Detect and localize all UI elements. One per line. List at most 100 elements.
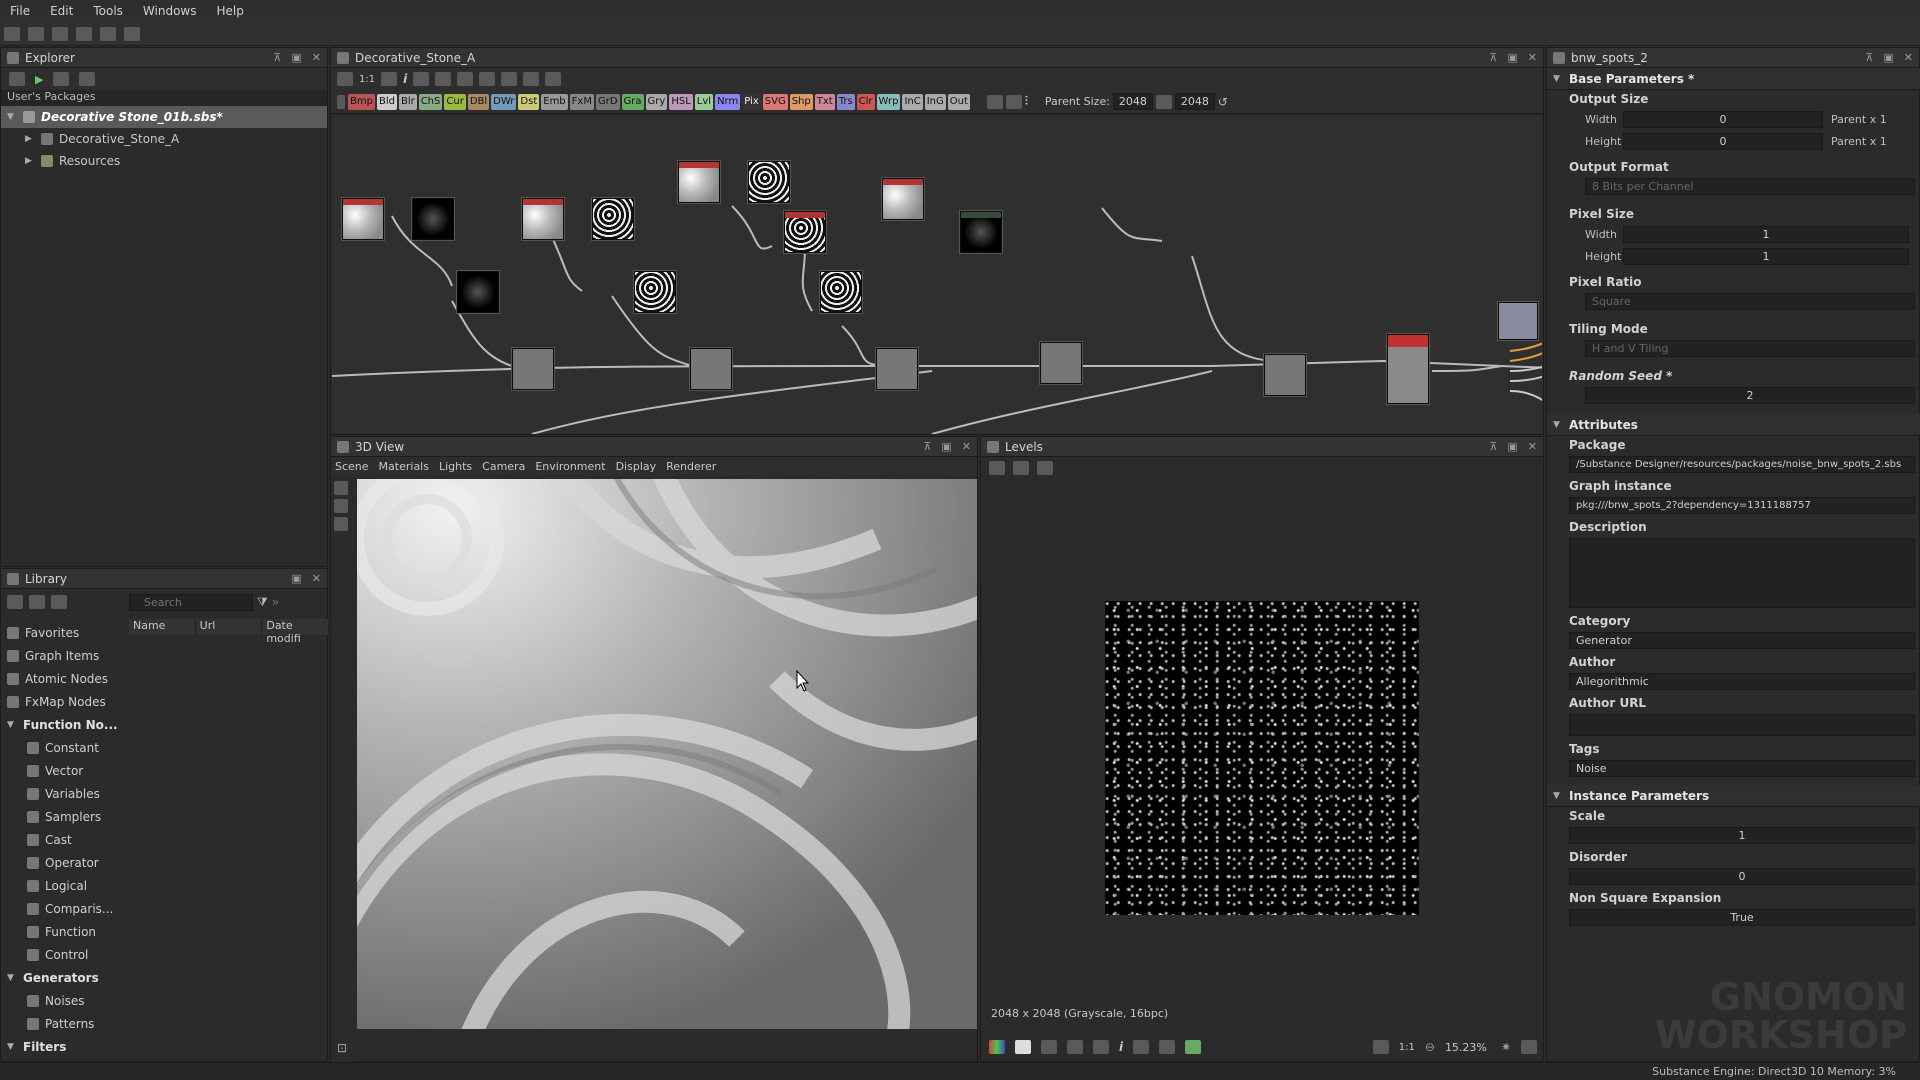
node-chip-dst[interactable]: Dst [518, 93, 540, 110]
node-chip-clr[interactable]: Clr [856, 93, 875, 110]
graph-node[interactable] [522, 198, 564, 240]
library-settings-icon[interactable] [51, 595, 67, 609]
author-url-field[interactable] [1569, 714, 1915, 736]
output-width-mode[interactable]: Parent x 1 [1831, 113, 1887, 126]
graph-node[interactable] [690, 348, 732, 390]
library-item[interactable]: Constant [1, 736, 121, 759]
menu-windows[interactable]: Windows [133, 4, 207, 18]
library-item[interactable]: ▼ Filters [1, 1035, 121, 1058]
float-icon[interactable]: ▣ [1507, 440, 1517, 453]
graph-node[interactable] [1040, 342, 1082, 384]
graph-canvas[interactable] [332, 116, 1542, 434]
library-item[interactable]: Variables [1, 782, 121, 805]
library-search-input[interactable] [129, 593, 253, 611]
pixel-width-field[interactable]: 1 [1623, 225, 1909, 243]
graph-node[interactable] [634, 271, 676, 313]
align-icon[interactable] [457, 72, 474, 86]
export-icon[interactable] [545, 72, 562, 86]
node-chip-pix[interactable]: Pix [742, 93, 761, 110]
texture-preview[interactable] [1105, 601, 1419, 915]
library-item[interactable]: Samplers [1, 805, 121, 828]
node-chip-wrp[interactable]: Wrp [876, 93, 901, 110]
float-icon[interactable]: ▣ [291, 572, 301, 585]
float-icon[interactable]: ▣ [1507, 51, 1517, 64]
node-chip-gry[interactable]: Gry [645, 93, 668, 110]
node-chip-svg[interactable]: SVG [762, 93, 788, 110]
graph-node[interactable] [1264, 354, 1306, 396]
info-icon[interactable]: i [1119, 1040, 1123, 1054]
output-node[interactable] [1498, 302, 1538, 340]
resources-row[interactable]: ▶ Resources [1, 150, 327, 172]
graph-node[interactable] [512, 348, 554, 390]
parent-size-select[interactable]: 2048 [1112, 93, 1153, 110]
library-item[interactable]: ▼ Function No... [1, 713, 121, 736]
scale-slider[interactable]: 1 [1569, 827, 1915, 844]
node-chip-txt[interactable]: Txt [814, 93, 835, 110]
rotate-icon[interactable] [334, 517, 348, 531]
publish-icon[interactable] [79, 72, 96, 86]
light-icon[interactable] [334, 499, 348, 513]
graph-node[interactable] [960, 211, 1002, 253]
camera-icon[interactable] [334, 481, 348, 495]
view3d-menu-scene[interactable]: Scene [335, 460, 369, 473]
save-icon[interactable] [52, 26, 68, 41]
new-icon[interactable] [4, 26, 20, 41]
menu-file[interactable]: File [0, 4, 40, 18]
graph-node[interactable] [457, 271, 499, 313]
close-icon[interactable]: ✕ [962, 440, 971, 453]
pixel-ratio-select[interactable]: Square [1585, 293, 1915, 310]
graph-ratio[interactable]: 1:1 [359, 74, 375, 85]
alpha-channel-icon[interactable] [1015, 1040, 1031, 1054]
collapse-triangle-icon[interactable]: ▼ [7, 112, 17, 122]
library-folder-icon[interactable] [7, 595, 23, 609]
pin-icon[interactable]: ⊼ [1489, 51, 1497, 64]
library-column-header[interactable]: Url [196, 619, 263, 635]
reset-icon[interactable]: ↺ [1218, 95, 1228, 109]
info-icon[interactable]: i [403, 72, 407, 86]
fit-icon[interactable] [1372, 1040, 1389, 1054]
instance-parameters-header[interactable]: ▼ Instance Parameters [1547, 785, 1920, 807]
frame-selected-icon[interactable] [381, 72, 398, 86]
view3d-menu-lights[interactable]: Lights [439, 460, 472, 473]
graph-node[interactable] [678, 161, 720, 203]
node-chip-blr[interactable]: Blr [398, 93, 417, 110]
graph-node[interactable] [784, 211, 826, 253]
library-add-icon[interactable] [29, 595, 45, 609]
disorder-slider[interactable]: 0 [1569, 868, 1915, 885]
library-item[interactable]: FxMap Nodes [1, 690, 121, 713]
open-icon[interactable] [28, 26, 44, 41]
library-item[interactable]: Operator [1, 851, 121, 874]
node-chip-cur[interactable]: Cur [444, 93, 466, 110]
view3d-corner-icon[interactable]: ⊡ [337, 1041, 347, 1055]
display-icon[interactable] [501, 72, 518, 86]
package-row[interactable]: ▼ Decorative Stone_01b.sbs* [1, 106, 327, 128]
library-item[interactable]: Graph Items [1, 644, 121, 667]
library-item[interactable]: Cast [1, 828, 121, 851]
node-chip-inc[interactable]: InC [902, 93, 923, 110]
node-chip-dbl[interactable]: DBl [467, 93, 490, 110]
base-parameters-header[interactable]: ▼ Base Parameters * [1547, 68, 1920, 90]
view3d-viewport[interactable] [357, 479, 977, 1029]
save-all-icon[interactable] [76, 26, 92, 41]
green-channel-icon[interactable] [1185, 1040, 1202, 1054]
library-item[interactable]: Vector [1, 759, 121, 782]
library-item[interactable]: Comparis... [1, 897, 121, 920]
node-chip-trs[interactable]: Trs [836, 93, 855, 110]
normal-channel-icon[interactable] [1041, 1040, 1057, 1054]
node-chip-chs[interactable]: ChS [418, 93, 443, 110]
graph-node[interactable] [820, 271, 862, 313]
view3d-menu-materials[interactable]: Materials [379, 460, 429, 473]
tile-grid-icon[interactable] [1067, 1040, 1083, 1054]
view3d-menu-camera[interactable]: Camera [482, 460, 525, 473]
graph-node[interactable] [342, 198, 384, 240]
library-item[interactable]: Favorites [1, 621, 121, 644]
graph-instance-field[interactable]: pkg:///bnw_spots_2?dependency=1311188757 [1569, 497, 1915, 514]
library-item[interactable]: Noises [1, 989, 121, 1012]
new-package-icon[interactable] [9, 72, 25, 86]
node-chip-grd[interactable]: GrD [595, 93, 620, 110]
menu-help[interactable]: Help [206, 4, 253, 18]
description-field[interactable] [1569, 538, 1915, 608]
expand-triangle-icon[interactable]: ▶ [25, 156, 35, 166]
collapse-triangle-icon[interactable]: ▼ [7, 1042, 17, 1052]
close-icon[interactable]: ✕ [312, 572, 321, 585]
